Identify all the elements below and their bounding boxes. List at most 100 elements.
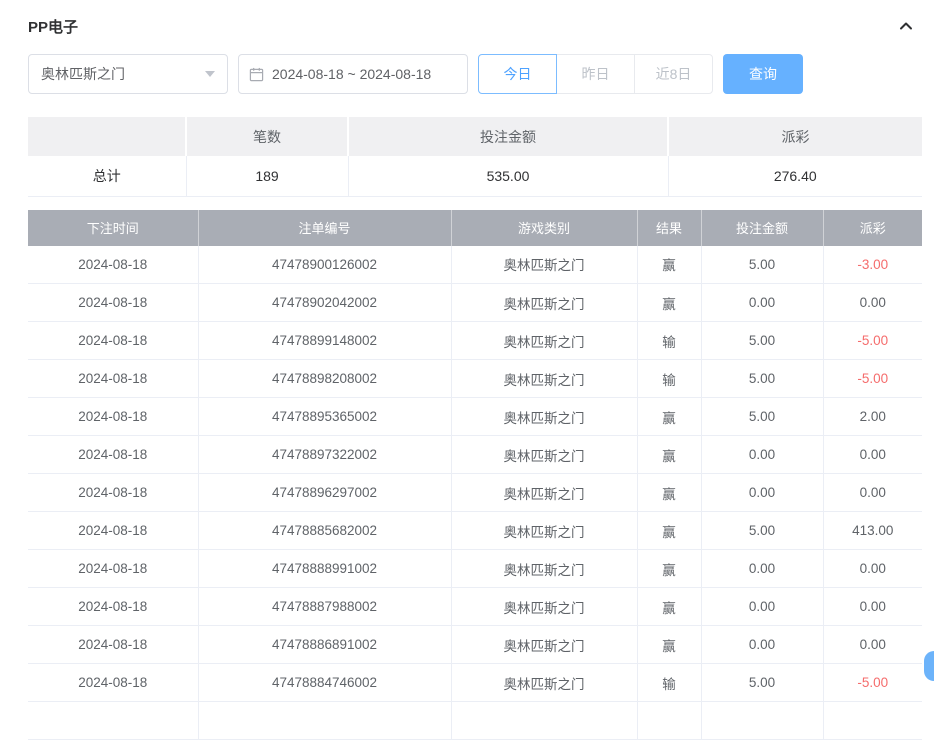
cell-payout: 0.00	[823, 588, 922, 626]
cell-result: 赢	[637, 512, 701, 550]
cell-game-category: 奥林匹斯之门	[451, 512, 637, 550]
cell-payout: 2.00	[823, 398, 922, 436]
col-header-order-id: 注单编号	[198, 210, 451, 246]
cell-bet-time: 2024-08-18	[28, 436, 198, 474]
filter-bar: 奥林匹斯之门 2024-08-18 ~ 2024-08-18 今日 昨日 近8日…	[28, 54, 922, 94]
game-select[interactable]: 奥林匹斯之门	[28, 54, 228, 94]
cell-payout: 413.00	[823, 512, 922, 550]
cell-payout	[823, 702, 922, 740]
cell-result: 输	[637, 664, 701, 702]
cell-payout: 0.00	[823, 550, 922, 588]
cell-bet-amount: 5.00	[701, 322, 823, 360]
summary-table: 笔数 投注金额 派彩 总计 189 535.00 276.40	[28, 117, 922, 197]
panel-header: PP电子	[28, 15, 922, 37]
bet-records-table: 下注时间 注单编号 游戏类别 结果 投注金额 派彩 2024-08-184747…	[28, 210, 922, 740]
page-title: PP电子	[28, 16, 78, 37]
cell-game-category: 奥林匹斯之门	[451, 550, 637, 588]
summary-total-row: 总计 189 535.00 276.40	[28, 156, 922, 196]
table-row: 2024-08-1847478887988002奥林匹斯之门赢0.000.00	[28, 588, 922, 626]
cell-game-category: 奥林匹斯之门	[451, 588, 637, 626]
cell-result	[637, 702, 701, 740]
cell-result: 赢	[637, 550, 701, 588]
cell-payout: -5.00	[823, 664, 922, 702]
cell-bet-amount: 0.00	[701, 550, 823, 588]
cell-game-category: 奥林匹斯之门	[451, 322, 637, 360]
floating-action-button[interactable]	[924, 651, 934, 681]
summary-header-payout: 派彩	[668, 117, 922, 156]
table-row: 2024-08-1847478895365002奥林匹斯之门赢5.002.00	[28, 398, 922, 436]
cell-bet-time: 2024-08-18	[28, 360, 198, 398]
cell-game-category: 奥林匹斯之门	[451, 284, 637, 322]
date-range-input[interactable]: 2024-08-18 ~ 2024-08-18	[238, 54, 468, 94]
today-button[interactable]: 今日	[478, 54, 557, 94]
cell-payout: 0.00	[823, 474, 922, 512]
cell-bet-amount: 5.00	[701, 398, 823, 436]
bet-table-body: 2024-08-1847478900126002奥林匹斯之门赢5.00-3.00…	[28, 246, 922, 740]
cell-order-id: 47478888991002	[198, 550, 451, 588]
cell-order-id: 47478902042002	[198, 284, 451, 322]
game-select-value: 奥林匹斯之门	[41, 64, 125, 84]
cell-bet-amount	[701, 702, 823, 740]
table-row: 2024-08-1847478898208002奥林匹斯之门输5.00-5.00	[28, 360, 922, 398]
cell-order-id: 47478899148002	[198, 322, 451, 360]
cell-game-category: 奥林匹斯之门	[451, 664, 637, 702]
table-row: 2024-08-1847478902042002奥林匹斯之门赢0.000.00	[28, 284, 922, 322]
search-button[interactable]: 查询	[723, 54, 803, 94]
summary-header-count: 笔数	[186, 117, 348, 156]
cell-order-id: 47478887988002	[198, 588, 451, 626]
cell-order-id: 47478885682002	[198, 512, 451, 550]
cell-order-id: 47478886891002	[198, 626, 451, 664]
cell-result: 赢	[637, 246, 701, 284]
table-row: 2024-08-1847478897322002奥林匹斯之门赢0.000.00	[28, 436, 922, 474]
yesterday-button[interactable]: 昨日	[556, 54, 635, 94]
cell-result: 赢	[637, 588, 701, 626]
cell-game-category: 奥林匹斯之门	[451, 436, 637, 474]
cell-bet-time: 2024-08-18	[28, 474, 198, 512]
chevron-down-icon	[205, 71, 215, 77]
cell-game-category	[451, 702, 637, 740]
cell-bet-amount: 5.00	[701, 360, 823, 398]
cell-result: 赢	[637, 626, 701, 664]
cell-payout: -3.00	[823, 246, 922, 284]
cell-order-id: 47478896297002	[198, 474, 451, 512]
cell-bet-time: 2024-08-18	[28, 322, 198, 360]
cell-payout: -5.00	[823, 322, 922, 360]
cell-game-category: 奥林匹斯之门	[451, 398, 637, 436]
table-row: 2024-08-1847478900126002奥林匹斯之门赢5.00-3.00	[28, 246, 922, 284]
date-range-value: 2024-08-18 ~ 2024-08-18	[272, 66, 431, 82]
table-row: 2024-08-1847478885682002奥林匹斯之门赢5.00413.0…	[28, 512, 922, 550]
calendar-icon	[249, 67, 264, 82]
summary-total-payout: 276.40	[668, 156, 922, 196]
table-row: 2024-08-1847478884746002奥林匹斯之门输5.00-5.00	[28, 664, 922, 702]
cell-bet-amount: 0.00	[701, 626, 823, 664]
table-row: 2024-08-1847478888991002奥林匹斯之门赢0.000.00	[28, 550, 922, 588]
cell-order-id: 47478900126002	[198, 246, 451, 284]
cell-result: 赢	[637, 436, 701, 474]
table-row: 2024-08-1847478899148002奥林匹斯之门输5.00-5.00	[28, 322, 922, 360]
cell-bet-amount: 5.00	[701, 664, 823, 702]
cell-order-id: 47478897322002	[198, 436, 451, 474]
cell-bet-time: 2024-08-18	[28, 246, 198, 284]
cell-bet-amount: 0.00	[701, 474, 823, 512]
cell-game-category: 奥林匹斯之门	[451, 474, 637, 512]
col-header-payout: 派彩	[823, 210, 922, 246]
cell-order-id: 47478884746002	[198, 664, 451, 702]
cell-bet-amount: 0.00	[701, 284, 823, 322]
cell-game-category: 奥林匹斯之门	[451, 626, 637, 664]
cell-payout: 0.00	[823, 436, 922, 474]
cell-payout: -5.00	[823, 360, 922, 398]
quick-date-buttons: 今日 昨日 近8日	[478, 54, 713, 94]
cell-bet-time: 2024-08-18	[28, 398, 198, 436]
last-8-days-button[interactable]: 近8日	[634, 54, 713, 94]
cell-bet-time: 2024-08-18	[28, 550, 198, 588]
pp-electronic-panel: PP电子 奥林匹斯之门 2024-08-18 ~ 2024-08-18	[0, 0, 934, 740]
cell-bet-time: 2024-08-18	[28, 626, 198, 664]
table-row: 2024-08-1847478896297002奥林匹斯之门赢0.000.00	[28, 474, 922, 512]
cell-bet-amount: 0.00	[701, 588, 823, 626]
cell-bet-amount: 5.00	[701, 512, 823, 550]
table-row: 2024-08-1847478886891002奥林匹斯之门赢0.000.00	[28, 626, 922, 664]
cell-game-category: 奥林匹斯之门	[451, 360, 637, 398]
cell-order-id: 47478895365002	[198, 398, 451, 436]
chevron-up-icon[interactable]	[898, 18, 914, 34]
summary-header-row: 笔数 投注金额 派彩	[28, 117, 922, 156]
